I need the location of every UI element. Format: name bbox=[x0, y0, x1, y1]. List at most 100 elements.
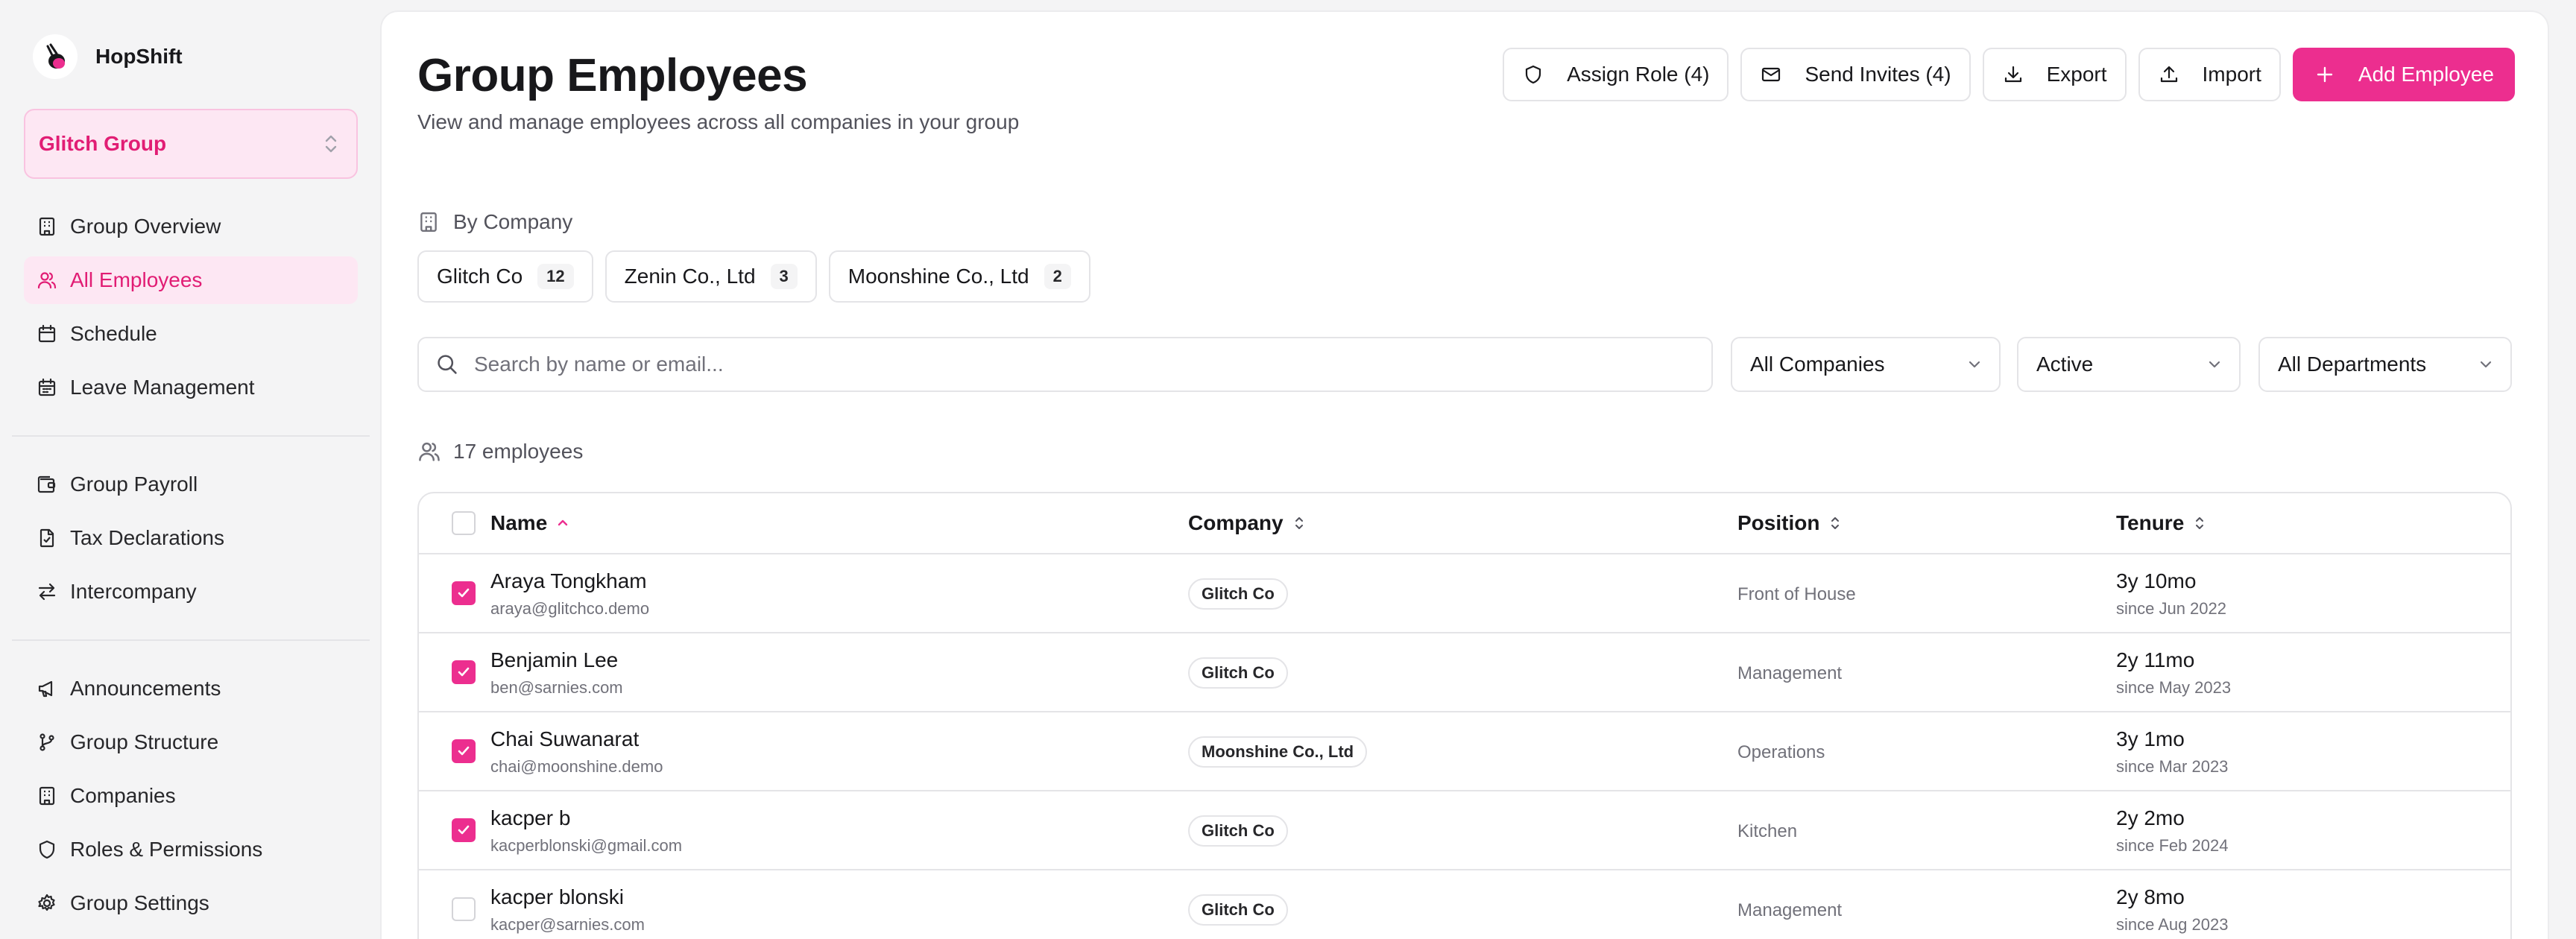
employee-name[interactable]: Chai Suwanarat bbox=[490, 727, 663, 751]
column-header-tenure[interactable]: Tenure bbox=[2116, 511, 2208, 535]
employee-start-date: since Mar 2023 bbox=[2116, 757, 2229, 776]
company-chip-name: Zenin Co., Ltd bbox=[624, 265, 756, 288]
sidebar-item-leave-management[interactable]: Leave Management bbox=[24, 364, 358, 411]
row-checkbox[interactable] bbox=[452, 897, 476, 921]
building-icon bbox=[36, 785, 58, 807]
sidebar-item-all-employees[interactable]: All Employees bbox=[24, 256, 358, 304]
company-badge: Glitch Co bbox=[1188, 894, 1288, 926]
column-header-label: Position bbox=[1737, 511, 1820, 534]
sidebar-item-roles-permissions[interactable]: Roles & Permissions bbox=[24, 826, 358, 873]
import-label: Import bbox=[2202, 63, 2261, 86]
employee-start-date: since Aug 2023 bbox=[2116, 915, 2229, 934]
import-button[interactable]: Import bbox=[2138, 48, 2281, 101]
status-filter-value: Active bbox=[2036, 352, 2094, 376]
column-header-company[interactable]: Company bbox=[1188, 511, 1307, 535]
users-icon bbox=[36, 269, 58, 291]
company-chip-count: 2 bbox=[1044, 264, 1071, 289]
calendar-icon bbox=[36, 323, 58, 345]
company-filter-select[interactable]: All Companies bbox=[1731, 337, 2001, 392]
status-filter-select[interactable]: Active bbox=[2017, 337, 2241, 392]
employees-table: Name Company Position Tenure Araya Tongk… bbox=[417, 492, 2512, 939]
employee-tenure: 2y 2mo bbox=[2116, 806, 2185, 829]
row-checkbox[interactable] bbox=[452, 739, 476, 763]
sidebar-item-label: Announcements bbox=[70, 677, 221, 700]
sidebar-item-schedule[interactable]: Schedule bbox=[24, 310, 358, 358]
add-employee-button[interactable]: Add Employee bbox=[2292, 48, 2515, 101]
employee-name[interactable]: Benjamin Lee bbox=[490, 648, 623, 672]
company-badge: Glitch Co bbox=[1188, 657, 1288, 689]
sidebar-item-group-settings[interactable]: Group Settings bbox=[24, 879, 358, 927]
employee-name[interactable]: kacper blonski bbox=[490, 885, 645, 909]
row-checkbox[interactable] bbox=[452, 581, 476, 605]
app-name: HopShift bbox=[95, 45, 183, 68]
table-body: Araya Tongkham araya@glitchco.demo Glitch … bbox=[419, 554, 2510, 939]
page-title: Group Employees bbox=[417, 50, 808, 101]
arrows-left-right-icon bbox=[36, 581, 58, 603]
brand[interactable]: HopShift bbox=[33, 34, 183, 79]
employee-email: chai@moonshine.demo bbox=[490, 757, 663, 776]
sidebar-item-companies[interactable]: Companies bbox=[24, 772, 358, 820]
company-badge: Moonshine Co., Ltd bbox=[1188, 736, 1368, 768]
sidebar-item-label: Group Payroll bbox=[70, 472, 198, 496]
column-header-label: Tenure bbox=[2116, 511, 2185, 534]
sidebar: HopShift Glitch Group Group Overview All… bbox=[0, 0, 382, 939]
sidebar-item-announcements[interactable]: Announcements bbox=[24, 665, 358, 712]
sidebar-item-label: Group Structure bbox=[70, 730, 219, 753]
sidebar-item-group-overview[interactable]: Group Overview bbox=[24, 203, 358, 250]
column-header-label: Name bbox=[490, 511, 548, 534]
employee-name[interactable]: Araya Tongkham bbox=[490, 569, 649, 593]
sidebar-nav-finance: Group Payroll Tax Declarations Intercomp… bbox=[24, 461, 358, 622]
check-icon bbox=[456, 586, 471, 601]
employee-tenure: 3y 10mo bbox=[2116, 569, 2197, 592]
send-invites-button[interactable]: Send Invites (4) bbox=[1740, 48, 1971, 101]
company-chip-count: 3 bbox=[770, 264, 798, 289]
column-header-label: Company bbox=[1188, 511, 1284, 534]
sidebar-item-tax-declarations[interactable]: Tax Declarations bbox=[24, 514, 358, 562]
employee-name[interactable]: kacper b bbox=[490, 806, 682, 830]
employee-position: Management bbox=[1737, 900, 1843, 920]
department-filter-select[interactable]: All Departments bbox=[2258, 337, 2512, 392]
company-filter-value: All Companies bbox=[1750, 352, 1885, 376]
column-header-position[interactable]: Position bbox=[1737, 511, 1843, 535]
employee-position: Kitchen bbox=[1737, 821, 1798, 841]
search-input[interactable] bbox=[474, 352, 1667, 376]
company-chip-zenin[interactable]: Zenin Co., Ltd 3 bbox=[604, 250, 817, 303]
check-icon bbox=[456, 744, 471, 759]
table-row[interactable]: Chai Suwanarat chai@moonshine.demo Moonshi… bbox=[419, 712, 2510, 791]
chevron-down-icon bbox=[2206, 356, 2223, 373]
mail-icon bbox=[1760, 63, 1782, 86]
row-checkbox[interactable] bbox=[452, 660, 476, 684]
chevron-up-down-icon bbox=[322, 133, 340, 155]
company-chip-name: Moonshine Co., Ltd bbox=[847, 265, 1029, 288]
employee-email: kacper@sarnies.com bbox=[490, 915, 645, 934]
table-row[interactable]: Araya Tongkham araya@glitchco.demo Glitch … bbox=[419, 554, 2510, 633]
assign-role-button[interactable]: Assign Role (4) bbox=[1503, 48, 1729, 101]
company-chip-moonshine[interactable]: Moonshine Co., Ltd 2 bbox=[828, 250, 1090, 303]
megaphone-icon bbox=[36, 677, 58, 700]
sidebar-item-intercompany[interactable]: Intercompany bbox=[24, 568, 358, 616]
chevron-down-icon bbox=[1966, 356, 1983, 373]
group-switcher[interactable]: Glitch Group bbox=[24, 109, 358, 179]
sidebar-divider bbox=[12, 639, 370, 641]
employee-tenure: 2y 8mo bbox=[2116, 885, 2185, 908]
table-row[interactable]: kacper blonski kacper@sarnies.com Glitch C… bbox=[419, 870, 2510, 939]
sidebar-item-label: Intercompany bbox=[70, 580, 197, 603]
table-row[interactable]: Benjamin Lee ben@sarnies.com Glitch Co Mana… bbox=[419, 633, 2510, 712]
by-company-header: By Company bbox=[417, 210, 572, 234]
select-all-checkbox[interactable] bbox=[452, 511, 476, 535]
company-chip-count: 12 bbox=[537, 264, 574, 289]
company-chip-glitch-co[interactable]: Glitch Co 12 bbox=[417, 250, 593, 303]
sidebar-nav-admin: Announcements Group Structure Companies … bbox=[24, 665, 358, 933]
shield-icon bbox=[1522, 63, 1544, 86]
git-branch-icon bbox=[36, 731, 58, 753]
sidebar-item-group-structure[interactable]: Group Structure bbox=[24, 718, 358, 766]
sort-icon bbox=[1827, 515, 1843, 531]
calendar-grid-icon bbox=[36, 376, 58, 399]
column-header-name[interactable]: Name bbox=[490, 511, 571, 535]
file-icon bbox=[36, 527, 58, 549]
row-checkbox[interactable] bbox=[452, 818, 476, 842]
export-button[interactable]: Export bbox=[1982, 48, 2127, 101]
by-company-label: By Company bbox=[453, 210, 573, 233]
table-row[interactable]: kacper b kacperblonski@gmail.com Glitch Co… bbox=[419, 791, 2510, 870]
sidebar-item-group-payroll[interactable]: Group Payroll bbox=[24, 461, 358, 508]
